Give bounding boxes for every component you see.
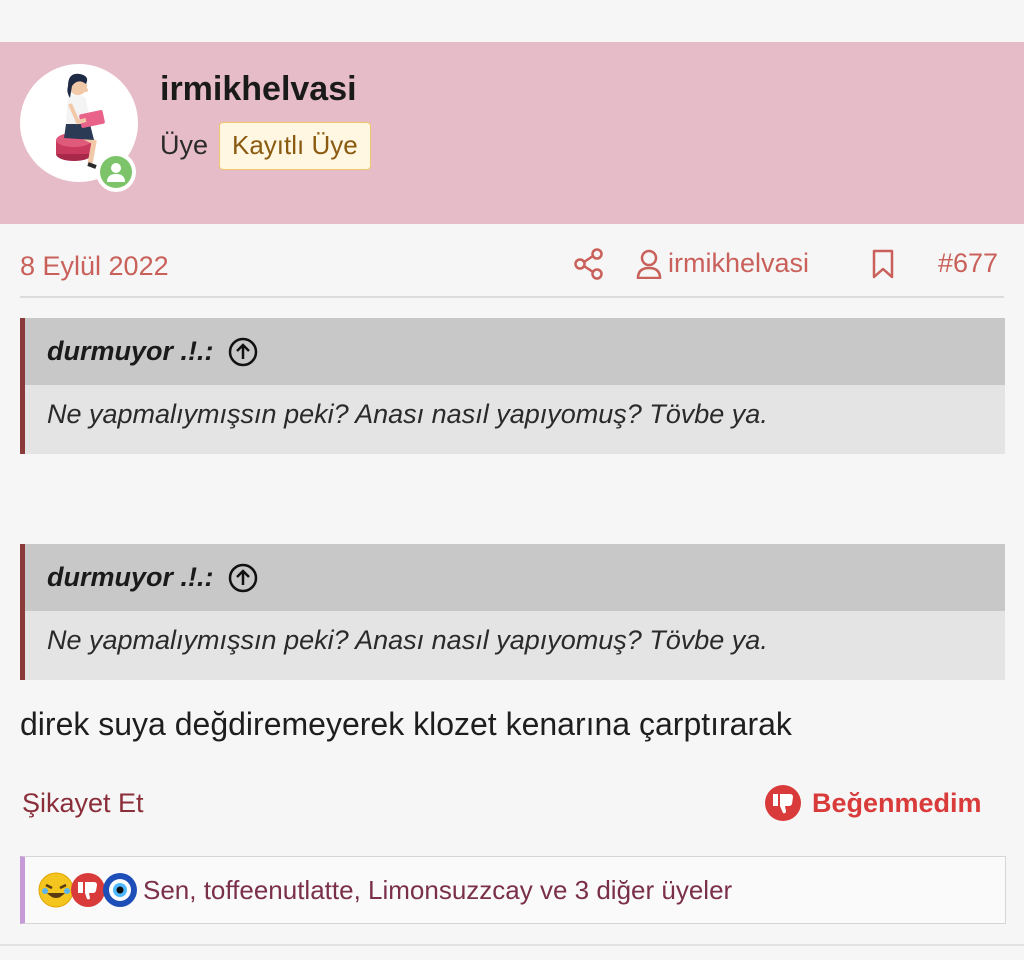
online-status-badge (96, 152, 136, 192)
post-date[interactable]: 8 Eylül 2022 (20, 251, 169, 282)
user-header: irmikhelvasi Üye Kayıtlı Üye (0, 42, 1024, 266)
quote-text: Ne yapmalıymışsın peki? Anası nasıl yapı… (47, 625, 768, 655)
user-outline-icon (636, 249, 662, 279)
meta-divider (20, 296, 1004, 298)
thumbs-down-icon (765, 785, 801, 821)
quote-author: durmuyor .!.: (47, 336, 214, 366)
user-icon (107, 163, 125, 182)
post-number[interactable]: #677 (938, 248, 998, 279)
post-author-name: irmikhelvasi (668, 248, 810, 278)
user-role: Üye (160, 130, 209, 160)
top-strip (0, 0, 1024, 42)
jump-to-quote-icon[interactable] (228, 563, 258, 593)
reactions-summary[interactable]: Sen, toffeenutlatte, Limonsuzzcay ve 3 d… (143, 875, 732, 906)
post-author-link[interactable]: irmikhelvasi (636, 248, 809, 279)
post-body-text: direk suya değdiremeyerek klozet kenarın… (20, 706, 792, 742)
share-icon[interactable] (574, 248, 604, 285)
quote-header: durmuyor .!.: (25, 318, 1005, 385)
reaction-icons (37, 871, 137, 909)
dislike-button[interactable]: Beğenmedim (764, 784, 982, 822)
dislike-label: Beğenmedim (812, 787, 982, 818)
user-badge: Kayıtlı Üye (219, 122, 371, 170)
jump-to-quote-icon[interactable] (228, 337, 258, 367)
evil-eye-icon (101, 871, 139, 909)
quote-author: durmuyor .!.: (47, 562, 214, 592)
quote-block: durmuyor .!.: Ne yapmalıymışsın peki? An… (20, 318, 1005, 454)
username[interactable]: irmikhelvasi (160, 70, 357, 109)
quote-block: durmuyor .!.: Ne yapmalıymışsın peki? An… (20, 544, 1005, 680)
bookmark-icon[interactable] (870, 248, 896, 285)
quote-header: durmuyor .!.: (25, 544, 1005, 611)
quote-text: Ne yapmalıymışsın peki? Anası nasıl yapı… (47, 399, 768, 429)
reactions-bar[interactable]: Sen, toffeenutlatte, Limonsuzzcay ve 3 d… (20, 856, 1006, 924)
post-meta: 8 Eylül 2022 irmikhelvasi #677 (0, 224, 1024, 296)
report-link[interactable]: Şikayet Et (22, 788, 144, 819)
post-bottom-divider (0, 944, 1024, 946)
